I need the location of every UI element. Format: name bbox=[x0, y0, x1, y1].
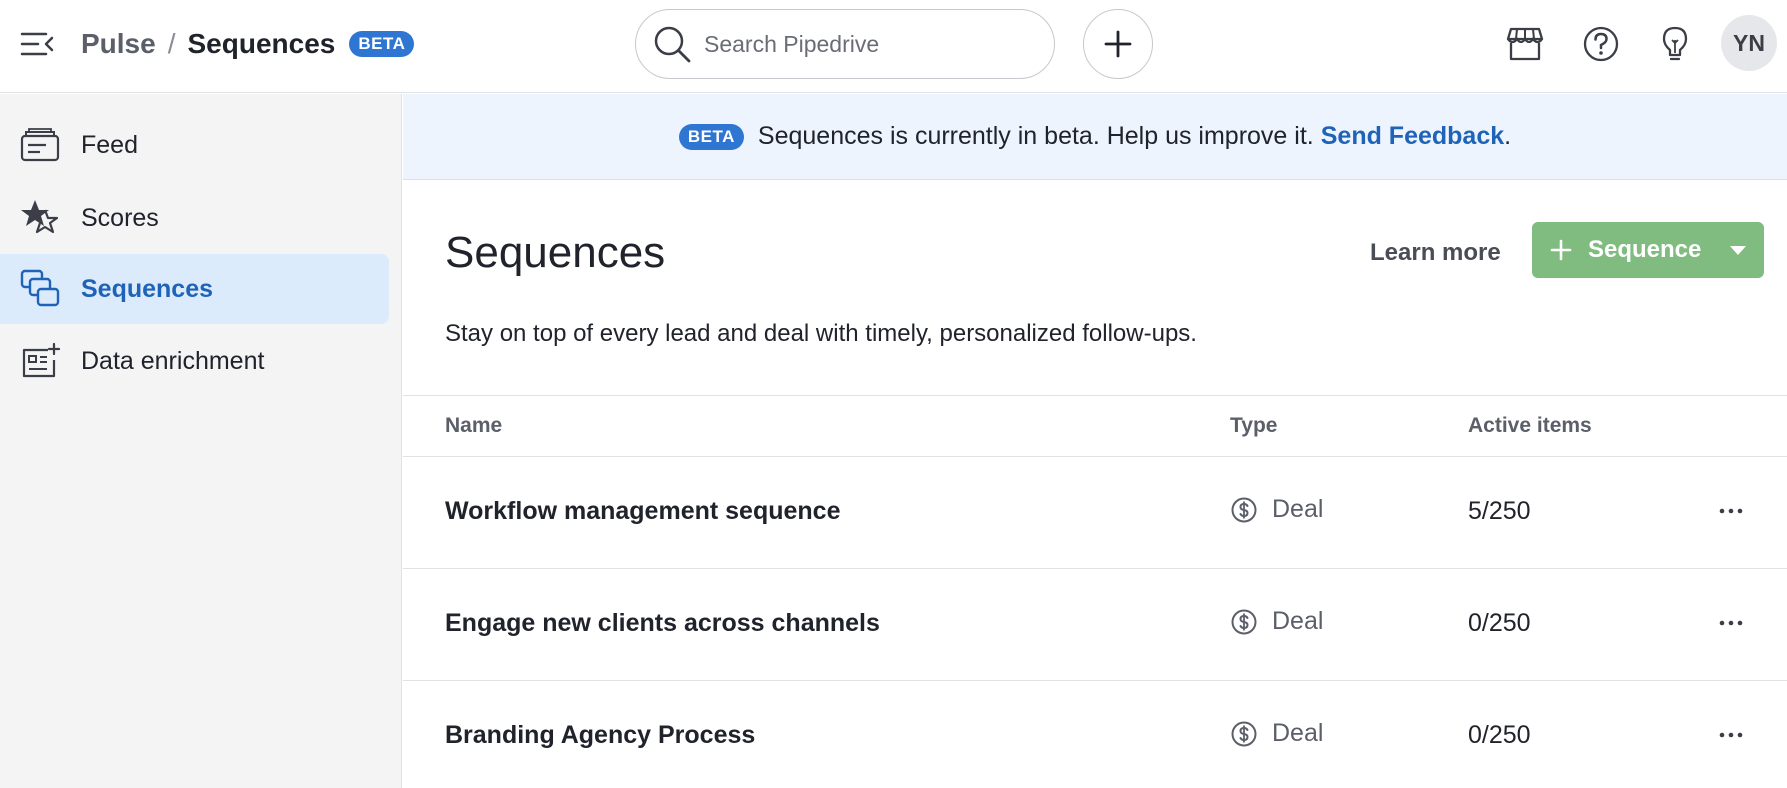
breadcrumb-parent[interactable]: Pulse bbox=[81, 28, 156, 60]
deal-icon bbox=[1231, 609, 1257, 634]
sidebar-item-sequences[interactable]: Sequences bbox=[0, 254, 389, 324]
table-row[interactable]: Workflow management sequence Deal 5/250 bbox=[403, 457, 1787, 569]
type-label: Deal bbox=[1272, 495, 1324, 523]
sequence-type: Deal bbox=[1230, 719, 1323, 748]
marketplace-icon[interactable] bbox=[1503, 22, 1547, 66]
page-title: Sequences bbox=[445, 228, 666, 277]
add-sequence-button[interactable]: Sequence bbox=[1532, 222, 1764, 278]
search-icon bbox=[654, 26, 691, 63]
sidebar-item-scores[interactable]: Scores bbox=[0, 183, 389, 253]
more-actions-icon[interactable] bbox=[1713, 605, 1749, 641]
plus-icon bbox=[1104, 30, 1132, 58]
deal-icon bbox=[1231, 497, 1257, 522]
breadcrumb: Pulse / Sequences BETA bbox=[81, 24, 415, 64]
table-header: Name Type Active items bbox=[403, 396, 1787, 457]
type-label: Deal bbox=[1272, 607, 1324, 635]
column-header-active-items[interactable]: Active items bbox=[1468, 414, 1592, 438]
quick-add-button[interactable] bbox=[1083, 9, 1153, 79]
banner-trailing: . bbox=[1504, 122, 1512, 150]
column-header-name[interactable]: Name bbox=[445, 414, 502, 438]
menu-collapse-icon[interactable] bbox=[20, 30, 56, 58]
sequences-table: Name Type Active items Workflow manageme… bbox=[403, 395, 1787, 788]
sidebar-item-feed[interactable]: Feed bbox=[0, 110, 389, 180]
avatar[interactable]: YN bbox=[1721, 15, 1777, 71]
help-icon[interactable] bbox=[1579, 22, 1623, 66]
main-content: BETA Sequences is currently in beta. Hel… bbox=[403, 94, 1787, 788]
feed-icon bbox=[20, 125, 60, 165]
table-row[interactable]: Engage new clients across channels Deal … bbox=[403, 569, 1787, 681]
sequences-icon bbox=[20, 269, 60, 309]
sidebar-item-label: Sequences bbox=[81, 274, 214, 303]
data-enrichment-icon bbox=[20, 341, 60, 381]
sequence-type: Deal bbox=[1230, 495, 1323, 524]
more-actions-icon[interactable] bbox=[1713, 493, 1749, 529]
plus-icon bbox=[1550, 239, 1572, 261]
sidebar-item-label: Feed bbox=[81, 130, 138, 159]
top-bar: Pulse / Sequences BETA Search Pipedrive … bbox=[0, 0, 1787, 93]
add-sequence-label: Sequence bbox=[1588, 236, 1702, 263]
column-header-type[interactable]: Type bbox=[1230, 414, 1277, 438]
learn-more-button[interactable]: Learn more bbox=[1370, 233, 1501, 273]
sequence-name[interactable]: Workflow management sequence bbox=[445, 497, 840, 526]
lightbulb-icon[interactable] bbox=[1653, 22, 1697, 66]
search-input[interactable] bbox=[704, 30, 1024, 58]
sequence-name[interactable]: Branding Agency Process bbox=[445, 721, 755, 750]
breadcrumb-current: Sequences bbox=[187, 28, 336, 59]
beta-badge: BETA bbox=[678, 123, 744, 150]
sidebar-item-label: Data enrichment bbox=[81, 346, 265, 375]
banner-message: Sequences is currently in beta. Help us … bbox=[757, 122, 1314, 150]
scores-icon bbox=[20, 198, 60, 238]
sidebar: Feed Scores Sequences Data enrichment bbox=[0, 94, 402, 788]
type-label: Deal bbox=[1272, 719, 1324, 747]
active-items-count: 0/250 bbox=[1468, 609, 1531, 637]
sidebar-item-label: Scores bbox=[81, 203, 159, 232]
search-box[interactable] bbox=[635, 9, 1055, 79]
send-feedback-link[interactable]: Send Feedback bbox=[1321, 122, 1504, 151]
page-subtitle: Stay on top of every lead and deal with … bbox=[445, 320, 1197, 347]
deal-icon bbox=[1231, 721, 1257, 746]
sequence-type: Deal bbox=[1230, 607, 1323, 636]
active-items-count: 5/250 bbox=[1468, 497, 1531, 525]
beta-banner: BETA Sequences is currently in beta. Hel… bbox=[403, 94, 1787, 180]
chevron-down-icon[interactable] bbox=[1730, 246, 1746, 255]
active-items-count: 0/250 bbox=[1468, 721, 1531, 749]
beta-badge: BETA bbox=[349, 31, 415, 57]
sidebar-item-data-enrichment[interactable]: Data enrichment bbox=[0, 326, 389, 396]
breadcrumb-separator: / bbox=[167, 28, 176, 59]
sequence-name[interactable]: Engage new clients across channels bbox=[445, 609, 880, 638]
more-actions-icon[interactable] bbox=[1713, 717, 1749, 753]
table-row[interactable]: Branding Agency Process Deal 0/250 bbox=[403, 681, 1787, 788]
